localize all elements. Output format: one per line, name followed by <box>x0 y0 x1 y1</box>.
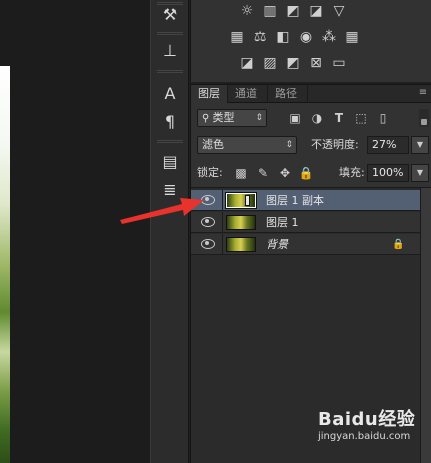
updown-icon: ⇕ <box>255 113 263 123</box>
filter-toggle-switch[interactable] <box>419 109 429 127</box>
filter-smart-object-icon[interactable]: ▯ <box>375 110 391 126</box>
document-canvas-area <box>0 0 150 463</box>
panel-tab-bar: 图层 通道 路径 ≡ <box>191 85 431 103</box>
brightness-contrast-icon[interactable]: ☼ <box>237 2 257 20</box>
gradient-map-icon[interactable]: ▭ <box>329 54 349 72</box>
lock-pixels-brush-icon[interactable]: ✎ <box>255 165 271 181</box>
gradient-triangle-icon[interactable]: ▽ <box>329 2 349 20</box>
filter-kind-label: 类型 <box>212 111 235 124</box>
fill-input[interactable]: 100% <box>367 164 409 182</box>
adjustments-panel: ☼ ▥ ◩ ◪ ▽ ▦ ⚖ ◧ ◉ ⁂ ▦ ◪ ▨ ◩ ⊠ ▭ <box>190 0 431 82</box>
filter-pixel-icon[interactable]: ▣ <box>287 110 303 126</box>
layer-row-selected[interactable]: 图层 1 副本 <box>191 190 420 211</box>
opacity-dropdown-button[interactable]: ▼ <box>411 136 429 154</box>
watermark-url: jingyan.baidu.com <box>318 431 411 442</box>
panel-menu-icon[interactable]: ≡ <box>416 86 430 100</box>
tab-paths[interactable]: 路径 <box>268 85 308 103</box>
layer-filter-row: ⚲ 类型 ⇕ ▣ ◑ T ⬚ ▯ <box>197 109 429 127</box>
lock-position-move-icon[interactable]: ✥ <box>277 165 293 181</box>
layer-name[interactable]: 图层 1 副本 <box>266 190 324 211</box>
selective-color-icon[interactable]: ⊠ <box>306 54 326 72</box>
panel-dock-strip: ⚒ ⊥ A ¶ ▤ ≣ <box>150 0 189 463</box>
vibrance-icon[interactable]: ▦ <box>227 28 247 46</box>
posterize-icon[interactable]: ▨ <box>260 54 280 72</box>
blend-row: 滤色 ⇕ 不透明度: 27% ▼ <box>197 135 429 155</box>
search-icon: ⚲ <box>202 113 213 124</box>
layer-name[interactable]: 图层 1 <box>266 212 299 233</box>
layer-name[interactable]: 背景 <box>266 234 288 255</box>
black-white-icon[interactable]: ◧ <box>273 28 293 46</box>
row-divider <box>222 190 223 211</box>
exposure-icon[interactable]: ◪ <box>306 2 326 20</box>
lock-row: 锁定: ▩ ✎ ✥ 🔒 填充: 100% ▼ <box>197 163 429 183</box>
lock-all-icon[interactable]: 🔒 <box>298 165 314 181</box>
lock-transparency-icon[interactable]: ▩ <box>233 165 249 181</box>
switch-knob <box>421 119 427 125</box>
threshold-icon[interactable]: ◩ <box>283 54 303 72</box>
watermark-brand: Baidu经验 <box>318 409 416 430</box>
properties-panel-icon[interactable]: ▤ <box>159 151 181 173</box>
annotation-arrow <box>120 198 204 224</box>
filter-shape-icon[interactable]: ⬚ <box>353 110 369 126</box>
opacity-input[interactable]: 27% <box>367 136 409 154</box>
filter-adjustment-icon[interactable]: ◑ <box>309 110 325 126</box>
levels-icon[interactable]: ▥ <box>260 2 280 20</box>
visibility-eye-icon[interactable] <box>201 239 215 249</box>
layer-thumbnail[interactable] <box>226 193 256 208</box>
tab-layers[interactable]: 图层 <box>191 85 228 103</box>
row-divider <box>222 212 223 233</box>
clone-source-icon[interactable]: ⊥ <box>159 40 181 62</box>
layer-row-background[interactable]: 背景 🔒 <box>191 234 420 255</box>
dock-grip[interactable] <box>157 32 183 35</box>
character-panel-icon[interactable]: A <box>159 83 181 105</box>
dock-grip[interactable] <box>157 140 183 143</box>
invert-icon[interactable]: ◪ <box>237 54 257 72</box>
fill-dropdown-button[interactable]: ▼ <box>411 164 429 182</box>
layer-lock-icon: 🔒 <box>392 239 405 250</box>
row-divider <box>222 234 223 255</box>
photo-filter-icon[interactable]: ◉ <box>296 28 316 46</box>
tab-channels[interactable]: 通道 <box>228 85 268 103</box>
layer-thumbnail[interactable] <box>226 237 256 252</box>
dock-grip[interactable] <box>157 70 183 73</box>
balance-icon[interactable]: ⚖ <box>250 28 270 46</box>
opacity-label: 不透明度: <box>311 138 359 151</box>
document-image-edge <box>0 66 10 463</box>
updown-icon: ⇕ <box>285 140 293 150</box>
filter-type-icon[interactable]: T <box>331 110 347 126</box>
brush-preset-icon[interactable]: ⚒ <box>159 4 181 26</box>
layer-thumbnail[interactable] <box>226 215 256 230</box>
filter-kind-select[interactable]: ⚲ 类型 ⇕ <box>197 109 267 127</box>
mask-link-indicator <box>245 195 250 206</box>
fill-label: 填充: <box>339 166 365 179</box>
lock-label: 锁定: <box>197 166 223 179</box>
baidu-watermark: Baidu经验 jingyan.baidu.com <box>318 405 428 455</box>
paragraph-panel-icon[interactable]: ¶ <box>159 111 181 133</box>
curves-icon[interactable]: ◩ <box>283 2 303 20</box>
blend-mode-value: 滤色 <box>202 138 224 151</box>
channel-mixer-icon[interactable]: ⁂ <box>319 28 339 46</box>
color-lookup-icon[interactable]: ▦ <box>342 28 362 46</box>
layer-row[interactable]: 图层 1 <box>191 212 420 233</box>
photoshop-workspace: ⚒ ⊥ A ¶ ▤ ≣ ☼ ▥ ◩ ◪ ▽ ▦ ⚖ ◧ ◉ ⁂ ▦ ◪ ▨ ◩ <box>0 0 431 463</box>
blend-mode-select[interactable]: 滤色 ⇕ <box>197 136 297 154</box>
